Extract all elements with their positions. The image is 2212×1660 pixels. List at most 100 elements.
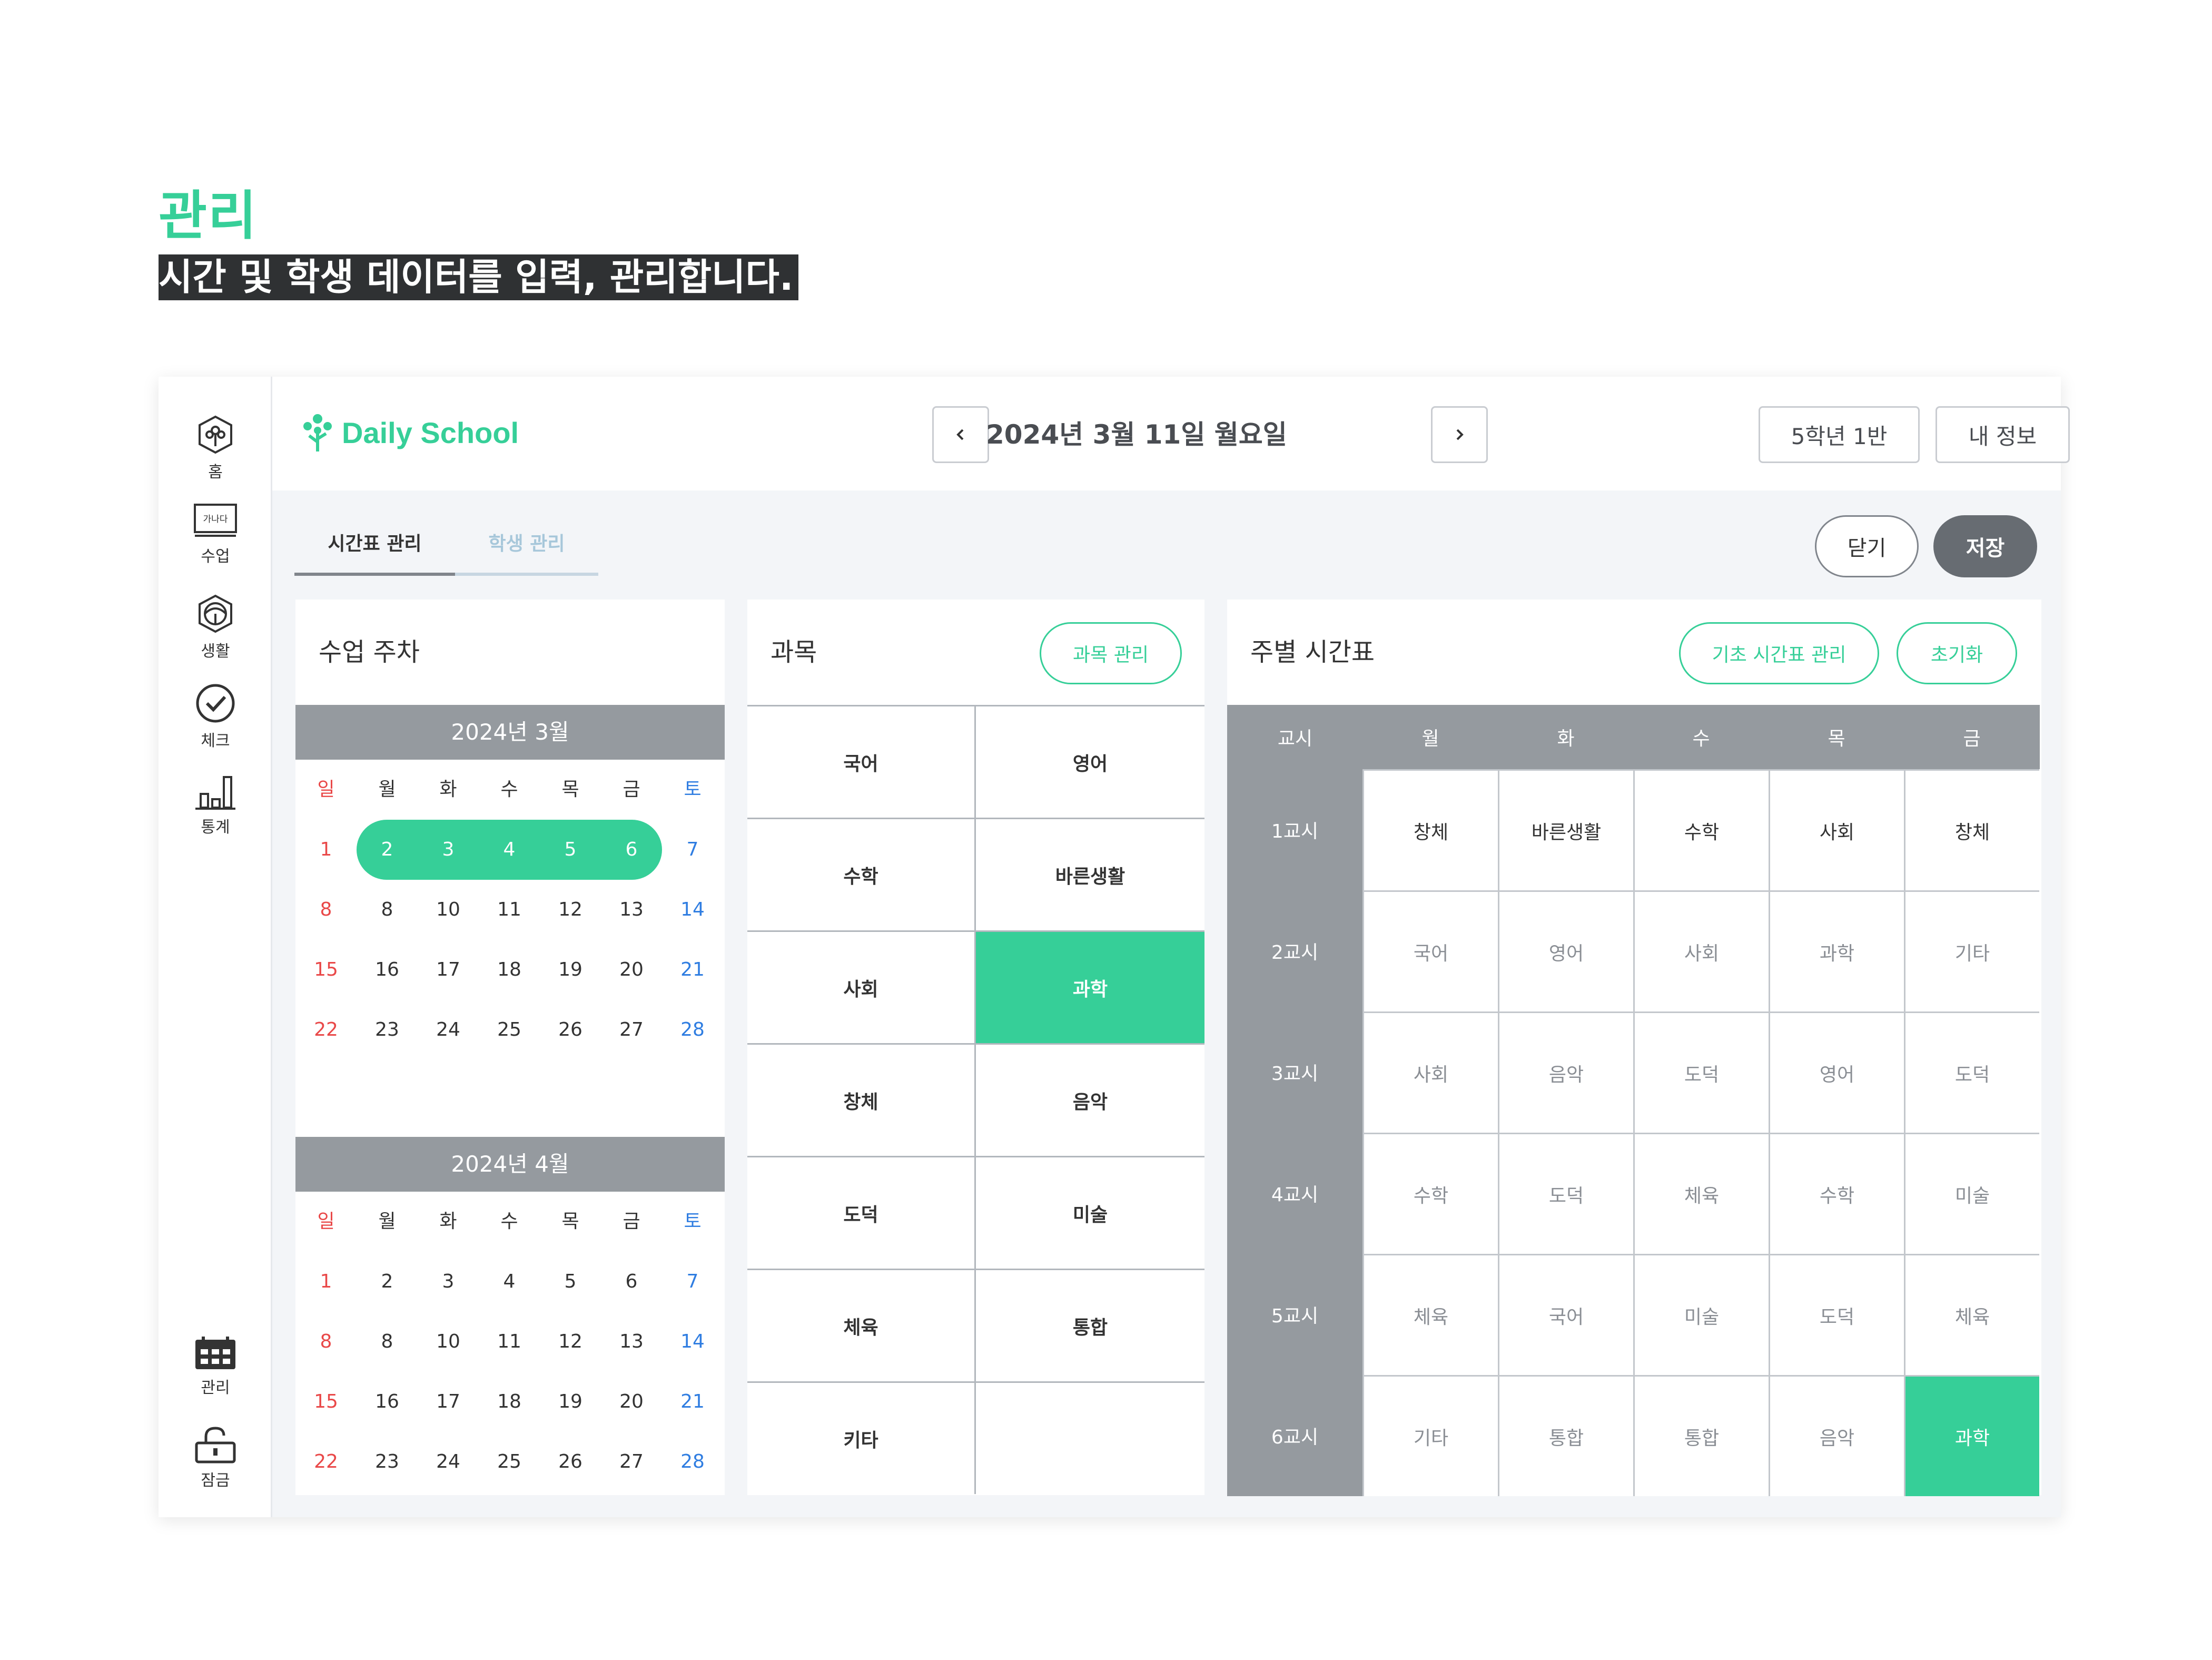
- calendar-day[interactable]: 18: [479, 1372, 540, 1432]
- calendar-day[interactable]: 4: [479, 1252, 540, 1312]
- calendar-day[interactable]: 15: [295, 1372, 357, 1432]
- calendar-day[interactable]: 22: [295, 1432, 357, 1492]
- timetable-cell[interactable]: 사회: [1362, 1011, 1498, 1133]
- calendar-day[interactable]: 1: [295, 1252, 357, 1312]
- calendar-day[interactable]: 24: [418, 1000, 479, 1060]
- calendar-week-row[interactable]: 22 23 24 25 26 27 28: [295, 1000, 725, 1060]
- timetable-cell[interactable]: 수학: [1633, 769, 1769, 890]
- subject-cell[interactable]: 키타: [747, 1381, 976, 1494]
- tab-timetable[interactable]: 시간표 관리: [294, 523, 455, 576]
- calendar-day[interactable]: 7: [662, 820, 723, 880]
- timetable-cell[interactable]: 미술: [1633, 1254, 1769, 1375]
- timetable-cell[interactable]: 음악: [1769, 1375, 1904, 1496]
- timetable-cell[interactable]: 사회: [1633, 890, 1769, 1011]
- tab-students[interactable]: 학생 관리: [455, 523, 598, 576]
- calendar-week-row[interactable]: 15 16 17 18 19 20 21: [295, 1372, 725, 1432]
- timetable-cell[interactable]: 음악: [1498, 1011, 1633, 1133]
- calendar-day[interactable]: 5: [540, 1252, 601, 1312]
- calendar-day[interactable]: 21: [662, 940, 723, 1000]
- timetable-cell[interactable]: 도덕: [1904, 1011, 2039, 1133]
- subject-cell[interactable]: 음악: [976, 1043, 1204, 1156]
- calendar-day[interactable]: 5: [540, 820, 601, 880]
- profile-button[interactable]: 내 정보: [1935, 406, 2070, 463]
- calendar-week-row[interactable]: 1234567: [295, 820, 725, 880]
- timetable-cell[interactable]: 국어: [1498, 1254, 1633, 1375]
- subject-cell[interactable]: 과학: [976, 930, 1204, 1043]
- calendar-day[interactable]: 19: [540, 940, 601, 1000]
- calendar-day[interactable]: 23: [357, 1000, 418, 1060]
- subject-cell[interactable]: 체육: [747, 1269, 976, 1381]
- calendar-day[interactable]: 3: [418, 1252, 479, 1312]
- calendar-day[interactable]: 16: [357, 940, 418, 1000]
- calendar-day[interactable]: 13: [601, 880, 662, 940]
- timetable-cell[interactable]: 미술: [1904, 1133, 2039, 1254]
- calendar-day[interactable]: 21: [662, 1372, 723, 1432]
- calendar-day[interactable]: 14: [662, 880, 723, 940]
- rail-item-lock[interactable]: 잠금: [159, 1425, 272, 1490]
- timetable-cell[interactable]: 통합: [1633, 1375, 1769, 1496]
- rail-item-check[interactable]: 체크: [159, 682, 272, 751]
- calendar-day[interactable]: 23: [357, 1432, 418, 1492]
- rail-item-manage[interactable]: 관리: [159, 1335, 272, 1398]
- calendar-day[interactable]: 28: [662, 1432, 723, 1492]
- calendar-day[interactable]: 15: [295, 940, 357, 1000]
- timetable-cell[interactable]: 창체: [1362, 769, 1498, 890]
- timetable-cell[interactable]: 체육: [1633, 1133, 1769, 1254]
- calendar-day[interactable]: 17: [418, 940, 479, 1000]
- rail-item-life[interactable]: 생활: [159, 593, 272, 661]
- timetable-cell[interactable]: 도덕: [1498, 1133, 1633, 1254]
- calendar-day[interactable]: 12: [540, 1312, 601, 1372]
- timetable-cell[interactable]: 기타: [1904, 890, 2039, 1011]
- timetable-cell[interactable]: 과학: [1904, 1375, 2039, 1496]
- calendar-day[interactable]: 6: [601, 820, 662, 880]
- calendar-day[interactable]: 2: [357, 820, 418, 880]
- calendar-day[interactable]: 17: [418, 1372, 479, 1432]
- calendar-week-row[interactable]: 15 16 17 18 19 20 21: [295, 940, 725, 1000]
- subject-cell[interactable]: 국어: [747, 705, 976, 818]
- calendar-day[interactable]: 22: [295, 1000, 357, 1060]
- calendar-week-row[interactable]: 1234567: [295, 1252, 725, 1312]
- calendar-day[interactable]: 25: [479, 1000, 540, 1060]
- timetable-cell[interactable]: 통합: [1498, 1375, 1633, 1496]
- base-timetable-button[interactable]: 기초 시간표 관리: [1679, 622, 1879, 684]
- calendar-day[interactable]: 10: [418, 880, 479, 940]
- calendar-day[interactable]: 11: [479, 1312, 540, 1372]
- timetable-cell[interactable]: 바른생활: [1498, 769, 1633, 890]
- calendar-day[interactable]: 18: [479, 940, 540, 1000]
- subject-cell[interactable]: 미술: [976, 1156, 1204, 1269]
- calendar-day[interactable]: 26: [540, 1000, 601, 1060]
- calendar-day[interactable]: 1: [295, 820, 357, 880]
- subject-cell[interactable]: [976, 1381, 1204, 1494]
- reset-button[interactable]: 초기화: [1897, 622, 2017, 684]
- calendar-day[interactable]: 26: [540, 1432, 601, 1492]
- timetable-cell[interactable]: 영어: [1498, 890, 1633, 1011]
- timetable-cell[interactable]: 국어: [1362, 890, 1498, 1011]
- logo[interactable]: Daily School: [301, 412, 519, 453]
- subject-cell[interactable]: 영어: [976, 705, 1204, 818]
- next-date-button[interactable]: [1431, 406, 1488, 463]
- calendar-day[interactable]: 6: [601, 1252, 662, 1312]
- calendar-day[interactable]: 7: [662, 1252, 723, 1312]
- calendar-day[interactable]: 27: [601, 1000, 662, 1060]
- timetable-cell[interactable]: 기타: [1362, 1375, 1498, 1496]
- class-select-button[interactable]: 5학년 1반: [1759, 406, 1920, 463]
- calendar-day[interactable]: 20: [601, 940, 662, 1000]
- calendar-day[interactable]: 27: [601, 1432, 662, 1492]
- subject-cell[interactable]: 수학: [747, 818, 976, 930]
- calendar-day[interactable]: 8: [295, 880, 357, 940]
- subject-cell[interactable]: 창체: [747, 1043, 976, 1156]
- rail-item-lesson[interactable]: 가나다 수업: [159, 503, 272, 566]
- calendar-day[interactable]: 8: [357, 880, 418, 940]
- calendar-day[interactable]: 3: [418, 820, 479, 880]
- save-button[interactable]: 저장: [1933, 515, 2037, 577]
- calendar-week-row[interactable]: 8 8 10 11 12 13 14: [295, 880, 725, 940]
- calendar-day[interactable]: 12: [540, 880, 601, 940]
- subject-manage-button[interactable]: 과목 관리: [1040, 622, 1182, 684]
- calendar-day[interactable]: 24: [418, 1432, 479, 1492]
- timetable-cell[interactable]: 사회: [1769, 769, 1904, 890]
- subject-cell[interactable]: 도덕: [747, 1156, 976, 1269]
- rail-item-stats[interactable]: 통계: [159, 772, 272, 837]
- calendar-day[interactable]: 14: [662, 1312, 723, 1372]
- prev-date-button[interactable]: [932, 406, 989, 463]
- timetable-cell[interactable]: 영어: [1769, 1011, 1904, 1133]
